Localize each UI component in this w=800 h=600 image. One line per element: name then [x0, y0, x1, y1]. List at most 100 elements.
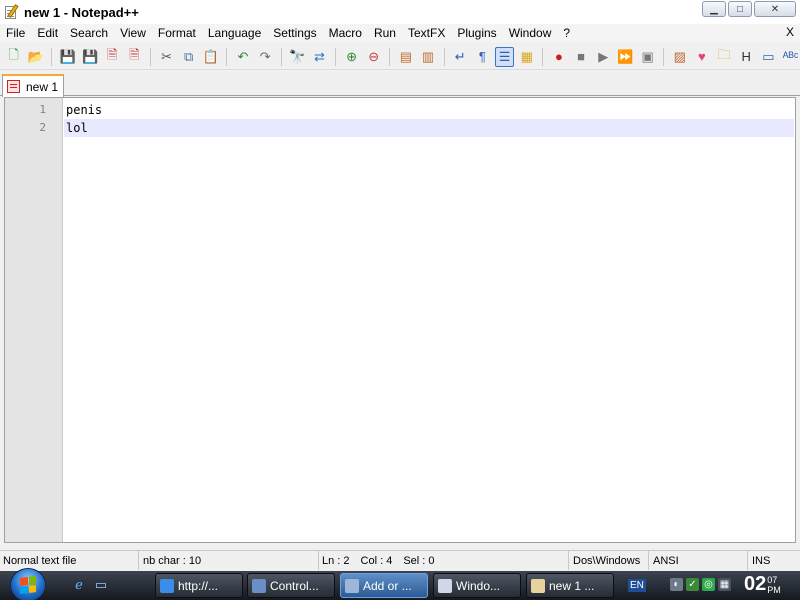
menu-search[interactable]: Search [64, 26, 114, 40]
save-all-icon[interactable]: 💾 [80, 47, 99, 67]
code-line-current[interactable]: lol [64, 119, 794, 137]
sync-horizontal-icon[interactable]: ▥ [418, 47, 437, 67]
status-line: Ln : 2 [322, 554, 350, 567]
indent-guide-icon[interactable]: ☰ [494, 46, 515, 67]
tray-update-icon[interactable]: ◎ [702, 578, 715, 591]
sync-vertical-icon[interactable]: ▤ [396, 47, 415, 67]
heart-icon[interactable]: ♥ [692, 47, 711, 67]
menu-settings[interactable]: Settings [267, 26, 322, 40]
status-eol-format: Dos\Windows [569, 551, 649, 570]
show-all-chars-icon[interactable]: ¶ [473, 47, 492, 67]
find-icon[interactable]: 🔭 [288, 47, 307, 67]
console-icon[interactable]: ▭ [759, 47, 778, 67]
unsaved-file-icon [7, 80, 20, 93]
close-file-icon[interactable]: 🗎 [103, 47, 122, 67]
run-macro-multiple-icon[interactable]: ⏩ [616, 47, 635, 67]
maximize-button[interactable]: □ [728, 1, 752, 17]
menu-language[interactable]: Language [202, 26, 267, 40]
menu-plugins[interactable]: Plugins [451, 26, 502, 40]
minimize-button[interactable]: ▁ [702, 1, 726, 17]
toolbar-separator [663, 47, 665, 66]
line-number: 2 [39, 121, 46, 134]
show-desktop-icon[interactable]: ▭ [92, 577, 110, 593]
function-list-icon[interactable]: ▨ [670, 47, 689, 67]
clock[interactable]: 02 07 PM [744, 573, 781, 596]
new-file-icon[interactable]: 🗋 [4, 47, 23, 67]
windows-logo-icon [20, 576, 36, 594]
browser-icon [160, 578, 174, 593]
taskbar-item-label: Control... [270, 578, 319, 593]
taskbar-item-label: new 1 ... [549, 578, 595, 593]
status-encoding: ANSI [649, 551, 748, 570]
notepad-app-icon[interactable] [4, 4, 20, 20]
menu-textfx[interactable]: TextFX [402, 26, 451, 40]
copy-icon[interactable]: ⧉ [179, 47, 198, 67]
replace-icon[interactable]: ⇄ [310, 47, 329, 67]
close-document-button[interactable]: X [786, 25, 794, 39]
taskbar-item-control-panel[interactable]: Control... [247, 573, 335, 598]
toolbar-separator [280, 47, 282, 66]
save-icon[interactable]: 💾 [58, 47, 77, 67]
status-char-count: nb char : 10 [139, 551, 319, 570]
window-icon [438, 578, 452, 593]
html-tag-icon[interactable]: H [737, 47, 756, 67]
line-number: 1 [39, 103, 46, 116]
play-macro-icon[interactable]: ▶ [594, 47, 613, 67]
toolbar-separator [149, 47, 151, 66]
tab-bar: new 1 [0, 70, 800, 97]
window-title: new 1 - Notepad++ [24, 4, 139, 20]
spell-check-icon[interactable]: ᴬᴮᶜ [781, 47, 800, 67]
taskbar-item-browser[interactable]: http://... [155, 573, 243, 598]
record-macro-icon[interactable]: ● [549, 47, 568, 67]
programs-icon [345, 578, 359, 593]
word-wrap-icon[interactable]: ↵ [451, 47, 470, 67]
tab-new-1[interactable]: new 1 [2, 74, 64, 97]
status-position: Ln : 2 Col : 4 Sel : 0 [319, 551, 569, 570]
internet-explorer-icon[interactable]: ℯ [70, 577, 88, 593]
menu-help[interactable]: ? [557, 26, 576, 40]
toolbar-separator [226, 47, 228, 66]
taskbar: ℯ ▭ http://... Control... Add or ... Win… [0, 568, 800, 600]
stop-macro-icon[interactable]: ■ [571, 47, 590, 67]
user-language-icon[interactable]: ▦ [517, 47, 536, 67]
menu-file[interactable]: File [0, 26, 31, 40]
title-bar: new 1 - Notepad++ ▁ □ ✕ [0, 0, 800, 24]
window-controls: ▁ □ ✕ [702, 1, 796, 17]
language-indicator[interactable]: EN [628, 579, 646, 592]
toolbar-separator [389, 47, 391, 66]
zoom-out-icon[interactable]: ⊖ [364, 47, 383, 67]
taskbar-item-add-remove-programs[interactable]: Add or ... [340, 573, 428, 598]
close-all-icon[interactable]: 🗎 [125, 47, 144, 67]
tray-security-icon[interactable]: ✓ [686, 578, 699, 591]
tray-network-icon[interactable]: ◐ [670, 578, 683, 591]
menu-format[interactable]: Format [152, 26, 202, 40]
tray-device-icon[interactable]: ▦ [718, 578, 731, 591]
clock-hour: 02 [744, 573, 767, 595]
menu-macro[interactable]: Macro [323, 26, 368, 40]
text-editor[interactable]: 1 2 penis lol [4, 97, 796, 543]
undo-icon[interactable]: ↶ [233, 47, 252, 67]
taskbar-item-windows[interactable]: Windo... [433, 573, 521, 598]
taskbar-item-label: Add or ... [363, 578, 412, 593]
open-file-icon[interactable]: 📂 [26, 47, 45, 67]
start-button[interactable] [10, 568, 46, 600]
menu-run[interactable]: Run [368, 26, 402, 40]
menu-edit[interactable]: Edit [31, 26, 64, 40]
menu-window[interactable]: Window [503, 26, 558, 40]
menu-view[interactable]: View [114, 26, 152, 40]
zoom-in-icon[interactable]: ⊕ [342, 47, 361, 67]
line-number-gutter: 1 2 [5, 98, 63, 542]
control-panel-icon [252, 578, 266, 593]
status-insert-mode: INS [752, 554, 771, 567]
close-window-button[interactable]: ✕ [754, 1, 796, 17]
taskbar-item-notepad[interactable]: new 1 ... [526, 573, 614, 598]
paste-icon[interactable]: 📋 [201, 47, 220, 67]
cut-icon[interactable]: ✂ [157, 47, 176, 67]
code-line[interactable]: penis [64, 101, 794, 119]
folder-icon[interactable]: 🗀 [714, 47, 733, 67]
save-macro-icon[interactable]: ▣ [638, 47, 657, 67]
toolbar-separator [542, 47, 544, 66]
redo-icon[interactable]: ↷ [256, 47, 275, 67]
system-tray: ◐ ✓ ◎ ▦ [670, 578, 731, 591]
clock-minute: 07 [767, 575, 778, 585]
